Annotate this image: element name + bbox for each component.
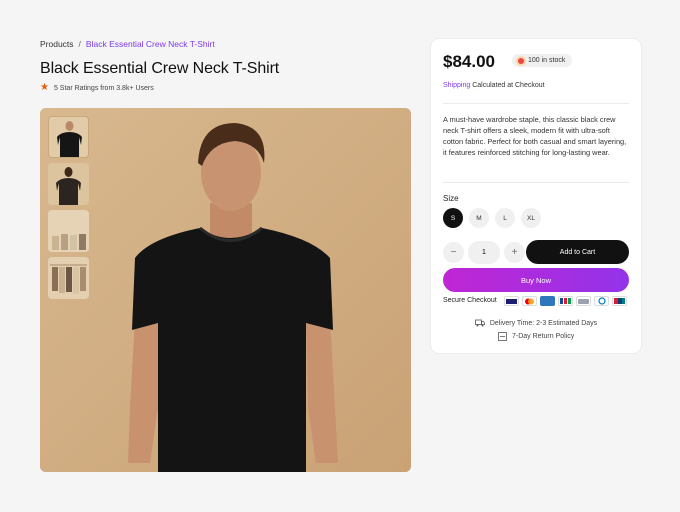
thumbnail-list — [48, 116, 89, 299]
jcb-icon — [558, 296, 573, 306]
secure-checkout-label: Secure Checkout — [443, 297, 497, 304]
product-main-image — [40, 108, 411, 472]
delivery-info: Delivery Time: 2-3 Estimated Days — [431, 319, 641, 327]
thumbnail-front[interactable] — [48, 116, 89, 158]
thumbnail-rack[interactable] — [48, 210, 89, 252]
delivery-text: Delivery Time: 2-3 Estimated Days — [489, 319, 598, 327]
stock-badge: 100 in stock — [512, 54, 573, 67]
shipping-info: Shipping Calculated at Checkout — [443, 82, 545, 89]
price: $84.00 — [443, 52, 495, 71]
quantity-stepper: − + — [443, 241, 525, 264]
size-label: Size — [443, 194, 459, 203]
ratings-text: 5 Star Ratings from 3.8k+ Users — [53, 84, 154, 92]
size-option-l[interactable]: L — [495, 208, 515, 228]
return-policy: 7-Day Return Policy — [431, 332, 641, 341]
breadcrumb-products-link[interactable]: Products — [40, 39, 74, 49]
size-option-m[interactable]: M — [469, 208, 489, 228]
payment-methods — [504, 296, 627, 306]
stock-dot-icon — [518, 57, 524, 64]
breadcrumb-current[interactable]: Black Essential Crew Neck T-Shirt — [86, 39, 215, 49]
shipping-text: Calculated at Checkout — [470, 82, 545, 89]
quantity-increase-button[interactable]: + — [504, 242, 525, 263]
breadcrumb: Products / Black Essential Crew Neck T-Shi… — [40, 39, 215, 49]
quantity-input[interactable] — [468, 241, 500, 264]
generic-card-icon — [576, 296, 591, 306]
thumbnail-back[interactable] — [48, 163, 89, 205]
diners-icon — [594, 296, 609, 306]
divider — [443, 103, 629, 104]
size-option-s[interactable]: S — [443, 208, 463, 228]
divider — [443, 182, 629, 183]
product-title: Black Essential Crew Neck T-Shirt — [40, 60, 280, 77]
ratings: ★ 5 Star Ratings from 3.8k+ Users — [40, 83, 154, 93]
size-selector: S M L XL — [443, 208, 541, 228]
breadcrumb-separator: / — [78, 39, 81, 49]
return-text: 7-Day Return Policy — [512, 333, 575, 340]
product-description: A must-have wardrobe staple, this classi… — [443, 115, 627, 157]
unionpay-icon — [612, 296, 627, 306]
return-box-icon — [498, 332, 507, 341]
product-gallery — [40, 108, 411, 472]
buy-now-button[interactable]: Buy Now — [443, 268, 629, 292]
stock-text: 100 in stock — [528, 57, 566, 64]
amex-icon — [540, 296, 555, 306]
thumbnail-hangers[interactable] — [48, 257, 89, 299]
add-to-cart-button[interactable]: Add to Cart — [526, 240, 629, 264]
quantity-decrease-button[interactable]: − — [443, 242, 464, 263]
truck-icon — [474, 319, 485, 327]
mastercard-icon — [522, 296, 537, 306]
purchase-panel: $84.00 100 in stock Shipping Calculated … — [431, 39, 641, 353]
shipping-link[interactable]: Shipping — [443, 82, 470, 89]
size-option-xl[interactable]: XL — [521, 208, 541, 228]
star-icon: ★ — [40, 82, 49, 93]
visa-icon — [504, 296, 519, 306]
